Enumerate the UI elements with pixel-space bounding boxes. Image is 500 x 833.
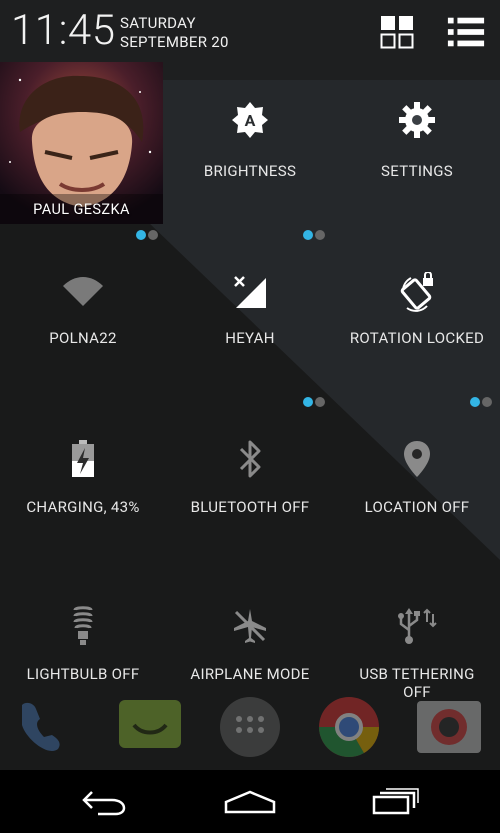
tile-label-mobile: HEYAH bbox=[225, 329, 275, 347]
page-indicator bbox=[303, 397, 325, 407]
tile-bluetooth[interactable]: BLUETOOTH OFF bbox=[167, 397, 333, 569]
dock-chrome-icon bbox=[314, 695, 384, 760]
grid-icon bbox=[380, 16, 414, 49]
tile-label-brightness: BRIGHTNESS bbox=[203, 162, 297, 180]
wifi-icon bbox=[61, 270, 105, 314]
back-button[interactable] bbox=[64, 782, 144, 822]
clock: 11:45 bbox=[11, 6, 116, 55]
tile-label-rotation: ROTATION LOCKED bbox=[349, 329, 485, 347]
dock-phone-icon bbox=[12, 695, 82, 760]
dock-apps-icon bbox=[215, 695, 285, 760]
recents-button[interactable] bbox=[356, 782, 436, 822]
navigation-bar bbox=[0, 770, 500, 833]
date-label: SEPTEMBER 20 bbox=[120, 33, 229, 51]
gear-icon bbox=[395, 98, 439, 142]
indicator-dot-active bbox=[470, 397, 480, 407]
indicator-dot bbox=[482, 397, 492, 407]
tile-label-wifi: POLNA22 bbox=[49, 329, 117, 347]
signal-icon bbox=[228, 270, 272, 314]
indicator-dot-active bbox=[136, 230, 146, 240]
user-photo bbox=[0, 62, 163, 224]
quick-settings-header: 11:45 SATURDAY SEPTEMBER 20 bbox=[0, 0, 500, 62]
page-indicator bbox=[303, 230, 325, 240]
brightness-icon: A bbox=[228, 98, 272, 142]
user-name: PAUL GESZKA bbox=[33, 201, 130, 218]
tile-rotation[interactable]: ROTATION LOCKED bbox=[334, 236, 500, 402]
tile-settings[interactable]: SETTINGS bbox=[334, 64, 500, 230]
tile-label-lightbulb: LIGHTBULB OFF bbox=[26, 665, 140, 683]
indicator-dot-active bbox=[303, 397, 313, 407]
tile-label-battery: CHARGING, 43% bbox=[26, 498, 140, 516]
home-icon bbox=[224, 790, 276, 814]
rotation-lock-icon bbox=[395, 270, 439, 314]
location-pin-icon bbox=[395, 437, 439, 481]
recents-icon bbox=[372, 788, 419, 815]
indicator-dot bbox=[315, 230, 325, 240]
indicator-dot bbox=[315, 397, 325, 407]
dock-camera-icon bbox=[413, 695, 483, 760]
indicator-dot bbox=[148, 230, 158, 240]
list-icon bbox=[447, 17, 485, 47]
page-indicator bbox=[470, 397, 492, 407]
battery-charging-icon bbox=[61, 437, 105, 481]
notifications-button[interactable] bbox=[446, 12, 486, 52]
home-button[interactable] bbox=[210, 782, 290, 822]
tiles-grid-button[interactable] bbox=[377, 12, 417, 52]
svg-text:A: A bbox=[245, 111, 256, 130]
lightbulb-icon bbox=[61, 604, 105, 648]
day-label: SATURDAY bbox=[120, 14, 196, 32]
tile-label-location: LOCATION OFF bbox=[364, 498, 470, 516]
tile-location[interactable]: LOCATION OFF bbox=[334, 397, 500, 569]
page-indicator bbox=[136, 230, 158, 240]
date-display: SATURDAY SEPTEMBER 20 bbox=[120, 14, 229, 52]
tile-wifi[interactable]: POLNA22 bbox=[0, 230, 166, 402]
tile-label-airplane: AIRPLANE MODE bbox=[190, 665, 310, 683]
tile-brightness[interactable]: A BRIGHTNESS bbox=[167, 64, 333, 230]
tile-mobile-data[interactable]: HEYAH bbox=[167, 230, 333, 402]
bluetooth-icon bbox=[228, 437, 272, 481]
indicator-dot-active bbox=[303, 230, 313, 240]
tile-battery[interactable]: CHARGING, 43% bbox=[0, 403, 166, 569]
tile-label-usb-line1: USB TETHERING bbox=[359, 665, 475, 683]
tile-label-bluetooth: BLUETOOTH OFF bbox=[190, 498, 310, 516]
user-tile[interactable]: PAUL GESZKA bbox=[0, 62, 163, 224]
tile-label-settings: SETTINGS bbox=[381, 162, 453, 180]
back-icon bbox=[82, 791, 126, 816]
dock-messenger-icon bbox=[114, 695, 184, 760]
airplane-icon bbox=[228, 604, 272, 648]
usb-icon bbox=[395, 604, 439, 648]
